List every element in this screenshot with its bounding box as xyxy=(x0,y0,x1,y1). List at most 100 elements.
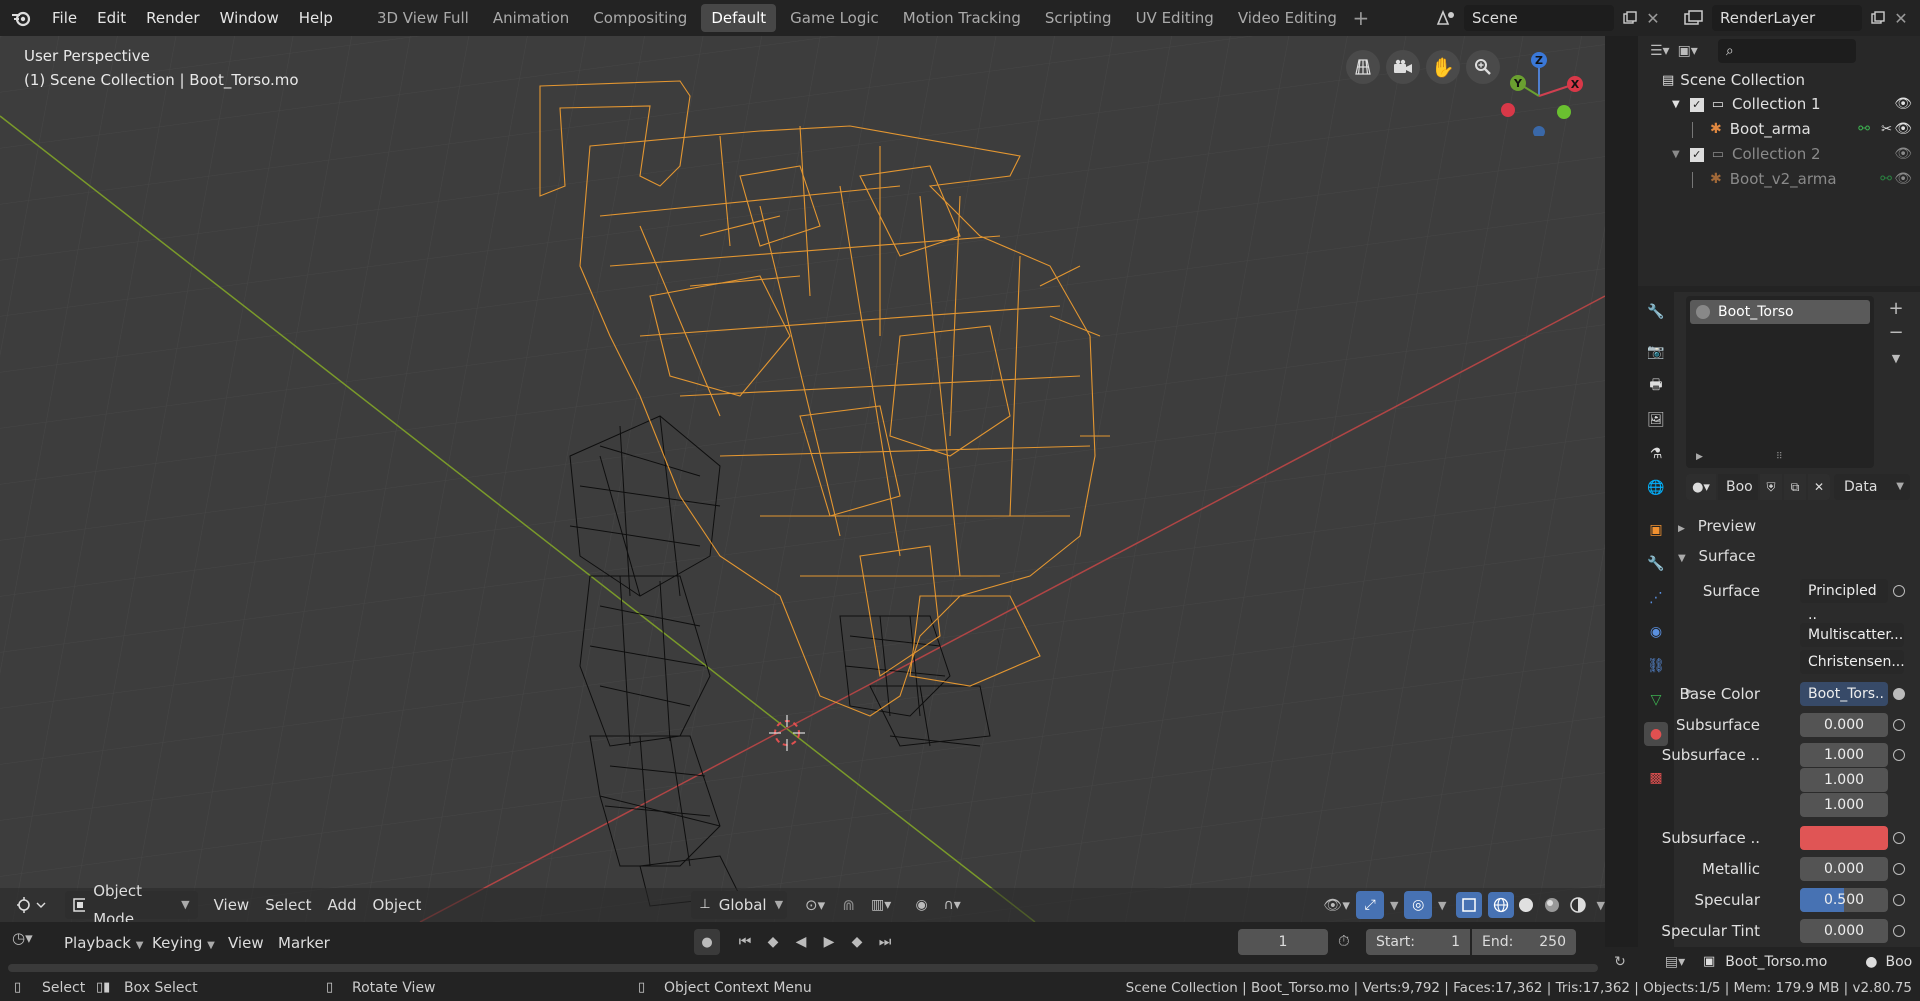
slot-menu-chevron-icon[interactable]: ▼ xyxy=(1884,346,1908,370)
scene-name-field[interactable]: Scene xyxy=(1464,5,1614,31)
particles-tab-icon[interactable]: ⋰ xyxy=(1644,586,1668,610)
snap-icon[interactable]: ⋒ xyxy=(835,891,863,919)
specular-tint-field[interactable]: 0.000 xyxy=(1800,919,1888,943)
timeline-view-menu[interactable]: View xyxy=(220,929,272,957)
blender-logo-icon[interactable] xyxy=(0,0,42,36)
unlink-material-icon[interactable]: ✕ xyxy=(1808,474,1830,500)
hand-pan-icon[interactable]: ✋ xyxy=(1426,50,1460,84)
scene-selector[interactable]: Scene ✕ xyxy=(1428,4,1664,32)
surface-shader-field[interactable]: Principled .. xyxy=(1800,579,1888,623)
end-frame-field[interactable]: End: 250 xyxy=(1472,929,1576,955)
menu-object[interactable]: Object xyxy=(365,891,430,919)
menu-window[interactable]: Window xyxy=(210,0,289,36)
constraints-tab-icon[interactable]: ⛓ xyxy=(1644,654,1668,678)
outliner-row-collection-1[interactable]: ▼ ✓ ▭ Collection 1 👁 xyxy=(1672,92,1920,117)
metallic-field[interactable]: 0.000 xyxy=(1800,857,1888,881)
menu-view[interactable]: View xyxy=(206,891,258,919)
subsurface-radius-z-field[interactable]: 1.000 xyxy=(1800,793,1888,817)
data-tab-icon[interactable]: ▽ xyxy=(1644,688,1668,712)
outliner-editor-icon[interactable]: ☰▾ xyxy=(1650,43,1670,59)
subsurface-method-dropdown[interactable]: Christensen... xyxy=(1800,650,1905,674)
subsurface-field[interactable]: 0.000 xyxy=(1800,713,1888,737)
menu-file[interactable]: File xyxy=(42,0,87,36)
tab-compositing[interactable]: Compositing xyxy=(583,4,697,32)
overlays-icon[interactable]: ◎ xyxy=(1404,891,1432,919)
pivot-point-icon[interactable]: ⊙▾ xyxy=(795,891,834,919)
object-mode-dropdown[interactable]: Object Mode ▼ xyxy=(65,882,198,922)
object-tab-icon[interactable]: ▣ xyxy=(1644,518,1668,542)
specular-slider[interactable]: 0.500 xyxy=(1800,888,1888,912)
tab-default[interactable]: Default xyxy=(701,4,777,32)
modifier-tab-icon[interactable]: 🔧 xyxy=(1644,552,1668,576)
tab-uv-editing[interactable]: UV Editing xyxy=(1126,4,1224,32)
menu-add[interactable]: Add xyxy=(320,891,365,919)
tool-tab-icon[interactable]: 🔧 xyxy=(1644,300,1668,324)
material-slot-item[interactable]: Boot_Torso xyxy=(1690,300,1870,324)
solid-shading-icon[interactable] xyxy=(1514,892,1540,918)
properties-editor-icon[interactable]: ▤▾ xyxy=(1655,954,1695,970)
view-layer-tab-icon[interactable]: 🖼 xyxy=(1644,408,1668,432)
subsurface-radius-x-field[interactable]: 1.000 xyxy=(1800,743,1888,767)
checkbox-icon[interactable]: ✓ xyxy=(1689,147,1704,162)
render-layer-field[interactable]: RenderLayer xyxy=(1712,5,1862,31)
expand-arrow-icon[interactable]: ▼ xyxy=(1672,142,1680,167)
duplicate-material-icon[interactable]: ⧉ xyxy=(1784,474,1806,500)
material-tab-icon[interactable]: ● xyxy=(1644,722,1668,746)
timeline-editor-icon[interactable]: ◷▾ xyxy=(12,929,33,947)
timeline-scrollbar[interactable] xyxy=(8,964,1598,972)
wireframe-shading-icon[interactable] xyxy=(1488,892,1514,918)
socket-dot-icon[interactable] xyxy=(1893,925,1905,937)
play-icon[interactable]: ▶ xyxy=(818,934,840,950)
world-tab-icon[interactable]: 🌐 xyxy=(1644,476,1668,500)
render-tab-icon[interactable]: 📷 xyxy=(1644,340,1668,364)
distribution-dropdown[interactable]: Multiscatter... xyxy=(1800,623,1904,647)
next-keyframe-icon[interactable]: ◆ xyxy=(846,934,868,950)
keying-menu[interactable]: Keying ▼ xyxy=(144,929,223,957)
socket-dot-icon[interactable] xyxy=(1893,688,1905,700)
chevron-down-icon[interactable]: ▼ xyxy=(1438,899,1446,912)
socket-dot-icon[interactable] xyxy=(1893,749,1905,761)
axis-gizmo[interactable]: Z X Y xyxy=(1494,46,1584,136)
outliner-row-collection-2[interactable]: ▼ ✓ ▭ Collection 2 👁 xyxy=(1672,142,1920,167)
output-tab-icon[interactable]: 🖶 xyxy=(1644,374,1668,398)
add-workspace-icon[interactable]: + xyxy=(1349,6,1373,30)
material-shading-icon[interactable] xyxy=(1539,892,1565,918)
3d-viewport[interactable]: User Perspective (1) Scene Collection | … xyxy=(0,36,1605,922)
menu-edit[interactable]: Edit xyxy=(87,0,136,36)
eye-icon[interactable]: 👁 xyxy=(1894,142,1912,167)
subsurface-color-swatch[interactable] xyxy=(1800,826,1888,850)
outliner-search-input[interactable]: ⌕ xyxy=(1717,39,1856,63)
tab-scripting[interactable]: Scripting xyxy=(1035,4,1122,32)
render-layer-close-icon[interactable]: ✕ xyxy=(1890,6,1912,30)
display-mode-icon[interactable]: ▣▾ xyxy=(1678,43,1698,59)
start-frame-field[interactable]: Start: 1 xyxy=(1366,929,1470,955)
jump-end-icon[interactable]: ⏭ xyxy=(874,934,896,950)
play-reverse-icon[interactable]: ◀ xyxy=(790,934,812,950)
menu-help[interactable]: Help xyxy=(289,0,343,36)
renderlayer-selector[interactable]: RenderLayer ✕ xyxy=(1676,4,1912,32)
render-layer-copy-icon[interactable] xyxy=(1866,6,1890,30)
menu-select[interactable]: Select xyxy=(257,891,319,919)
editor-type-icon[interactable] xyxy=(10,891,53,919)
outliner-row-boot-arma[interactable]: ✱ Boot_arma ⚯ ✂ 👁 xyxy=(1692,117,1920,142)
link-dropdown[interactable]: Data ▼ xyxy=(1834,474,1910,500)
socket-dot-icon[interactable] xyxy=(1893,719,1905,731)
rendered-shading-icon[interactable] xyxy=(1565,892,1591,918)
eye-icon[interactable]: 👁 xyxy=(1894,117,1912,142)
proportional-edit-icon[interactable]: ◉ xyxy=(908,891,936,919)
tab-video-editing[interactable]: Video Editing xyxy=(1228,4,1347,32)
current-frame-field[interactable]: 1 xyxy=(1238,929,1328,955)
material-browse-icon[interactable]: ●▾ xyxy=(1686,474,1716,500)
physics-tab-icon[interactable]: ◉ xyxy=(1644,620,1668,644)
resize-grip-icon[interactable]: ⠿ xyxy=(1776,452,1783,462)
gizmo-toggle-icon[interactable]: ⤢ xyxy=(1356,891,1384,919)
socket-dot-icon[interactable] xyxy=(1893,894,1905,906)
stopwatch-icon[interactable]: ⏱ xyxy=(1338,932,1350,950)
socket-dot-icon[interactable] xyxy=(1893,832,1905,844)
scene-close-icon[interactable]: ✕ xyxy=(1642,6,1664,30)
refresh-icon[interactable]: ↻ xyxy=(1605,954,1635,970)
camera-view-icon[interactable] xyxy=(1386,50,1420,84)
scene-copy-icon[interactable] xyxy=(1618,6,1642,30)
visibility-icon[interactable]: 👁▾ xyxy=(1317,891,1356,919)
grid-toggle-icon[interactable] xyxy=(1346,50,1380,84)
